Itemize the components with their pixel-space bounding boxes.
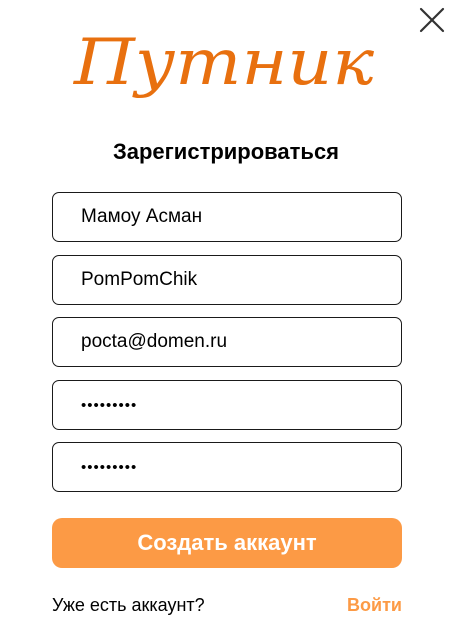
full-name-input[interactable]	[52, 192, 402, 242]
brand-logo: Путник	[70, 22, 382, 104]
login-link[interactable]: Войти	[347, 594, 402, 616]
password-input[interactable]	[52, 380, 402, 430]
username-input[interactable]	[52, 255, 402, 305]
close-icon	[419, 7, 445, 33]
form-title: Зарегистрироваться	[112, 139, 340, 164]
have-account-text: Уже есть аккаунт?	[52, 595, 205, 615]
close-button[interactable]	[418, 6, 446, 34]
password-confirm-input[interactable]	[52, 442, 402, 492]
create-account-button[interactable]: Создать аккаунт	[52, 518, 402, 568]
email-input[interactable]	[52, 317, 402, 367]
brand-logo-text: Путник	[73, 26, 375, 100]
